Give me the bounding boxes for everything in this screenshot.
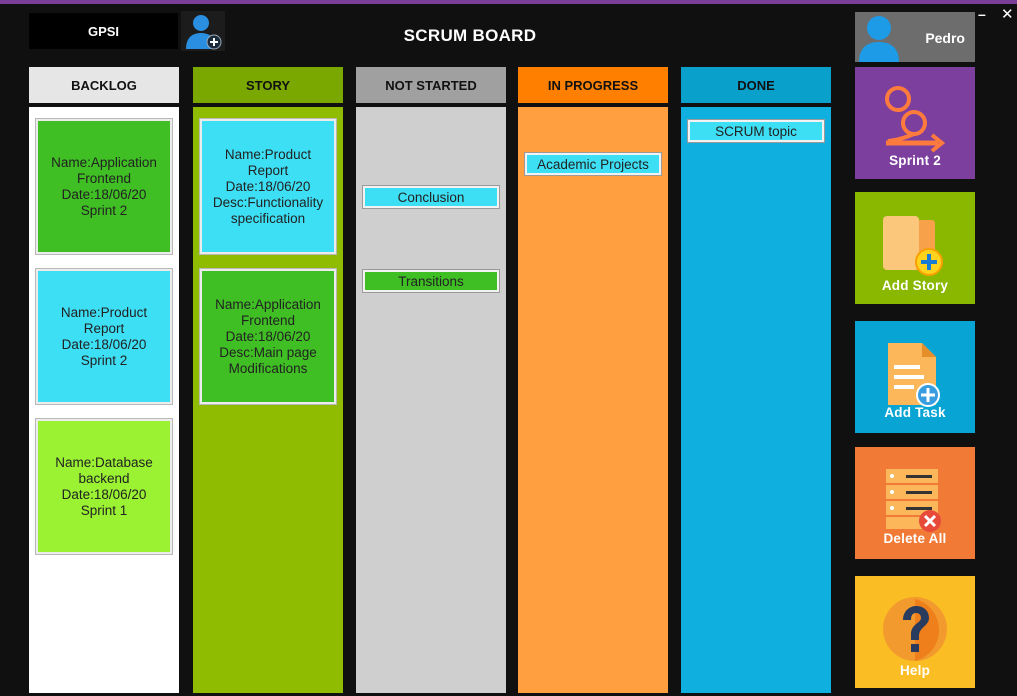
server-delete-icon — [886, 469, 941, 532]
column-done[interactable] — [681, 107, 831, 693]
sprint-button[interactable]: Sprint 2 — [855, 67, 975, 179]
user-profile[interactable]: Pedro — [855, 12, 975, 62]
card-line: backend — [78, 470, 130, 486]
card-line: Frontend — [240, 312, 296, 328]
column-header-done: DONE — [681, 67, 831, 103]
card-line: Date:18/06/20 — [61, 186, 147, 202]
card-line: Desc:Functionality — [212, 194, 324, 210]
story-card[interactable]: Name:Product Report Date:18/06/20 Desc:F… — [199, 118, 337, 255]
card-line: Sprint 1 — [80, 502, 128, 518]
add-task-button[interactable]: Add Task — [855, 321, 975, 433]
card-line: Report — [247, 162, 289, 178]
column-header-not-started: NOT STARTED — [356, 67, 506, 103]
delete-all-label: Delete All — [883, 531, 947, 546]
sprint-cycle-icon — [885, 86, 946, 153]
task-card[interactable]: Academic Projects — [524, 152, 662, 176]
sprint-label: Sprint 2 — [889, 153, 941, 168]
close-button[interactable]: ✕ — [1001, 5, 1014, 23]
card-line: Date:18/06/20 — [225, 328, 311, 344]
backlog-card[interactable]: Name:Product Report Date:18/06/20 Sprint… — [35, 268, 173, 405]
task-card[interactable]: Conclusion — [362, 185, 500, 209]
card-line: Date:18/06/20 — [61, 486, 147, 502]
add-story-label: Add Story — [881, 278, 949, 293]
window-accent-bar — [0, 0, 1017, 4]
task-card[interactable]: SCRUM topic — [687, 119, 825, 143]
user-name: Pedro — [925, 30, 965, 46]
card-line: specification — [230, 210, 306, 226]
minimize-button[interactable]: – — [978, 6, 986, 22]
backlog-card[interactable]: Name:Application Frontend Date:18/06/20 … — [35, 118, 173, 255]
user-avatar-icon — [859, 16, 899, 62]
card-line: Name:Product — [224, 146, 312, 162]
card-line: Sprint 2 — [80, 202, 128, 218]
help-button[interactable]: Help — [855, 576, 975, 688]
column-header-story: STORY — [193, 67, 343, 103]
add-story-button[interactable]: Add Story — [855, 192, 975, 304]
add-user-icon — [181, 11, 225, 51]
column-in-progress[interactable] — [518, 107, 668, 693]
card-line: Frontend — [76, 170, 132, 186]
add-task-label: Add Task — [884, 405, 946, 420]
brand-label: GPSI — [29, 13, 178, 49]
card-line: Name:Database — [55, 454, 153, 470]
document-add-icon — [888, 343, 940, 407]
task-card[interactable]: Transitions — [362, 269, 500, 293]
card-line: Date:18/06/20 — [61, 336, 147, 352]
card-line: Report — [83, 320, 125, 336]
delete-all-button[interactable]: Delete All — [855, 447, 975, 559]
backlog-card[interactable]: Name:Database backend Date:18/06/20 Spri… — [35, 418, 173, 555]
story-card[interactable]: Name:Application Frontend Date:18/06/20 … — [199, 268, 337, 405]
card-line: Name:Application — [215, 296, 321, 312]
card-line: Date:18/06/20 — [225, 178, 311, 194]
page-title: SCRUM BOARD — [403, 26, 537, 45]
help-label: Help — [899, 663, 931, 678]
add-user-button[interactable] — [181, 11, 225, 51]
column-header-in-progress: IN PROGRESS — [518, 67, 668, 103]
column-header-backlog: BACKLOG — [29, 67, 179, 103]
card-line: Name:Product — [60, 304, 148, 320]
card-line: Name:Application — [51, 154, 157, 170]
folder-add-icon — [883, 216, 943, 276]
help-icon — [883, 597, 947, 661]
card-line: Sprint 2 — [80, 352, 128, 368]
card-line: Modifications — [228, 360, 308, 376]
card-line: Desc:Main page — [219, 344, 317, 360]
